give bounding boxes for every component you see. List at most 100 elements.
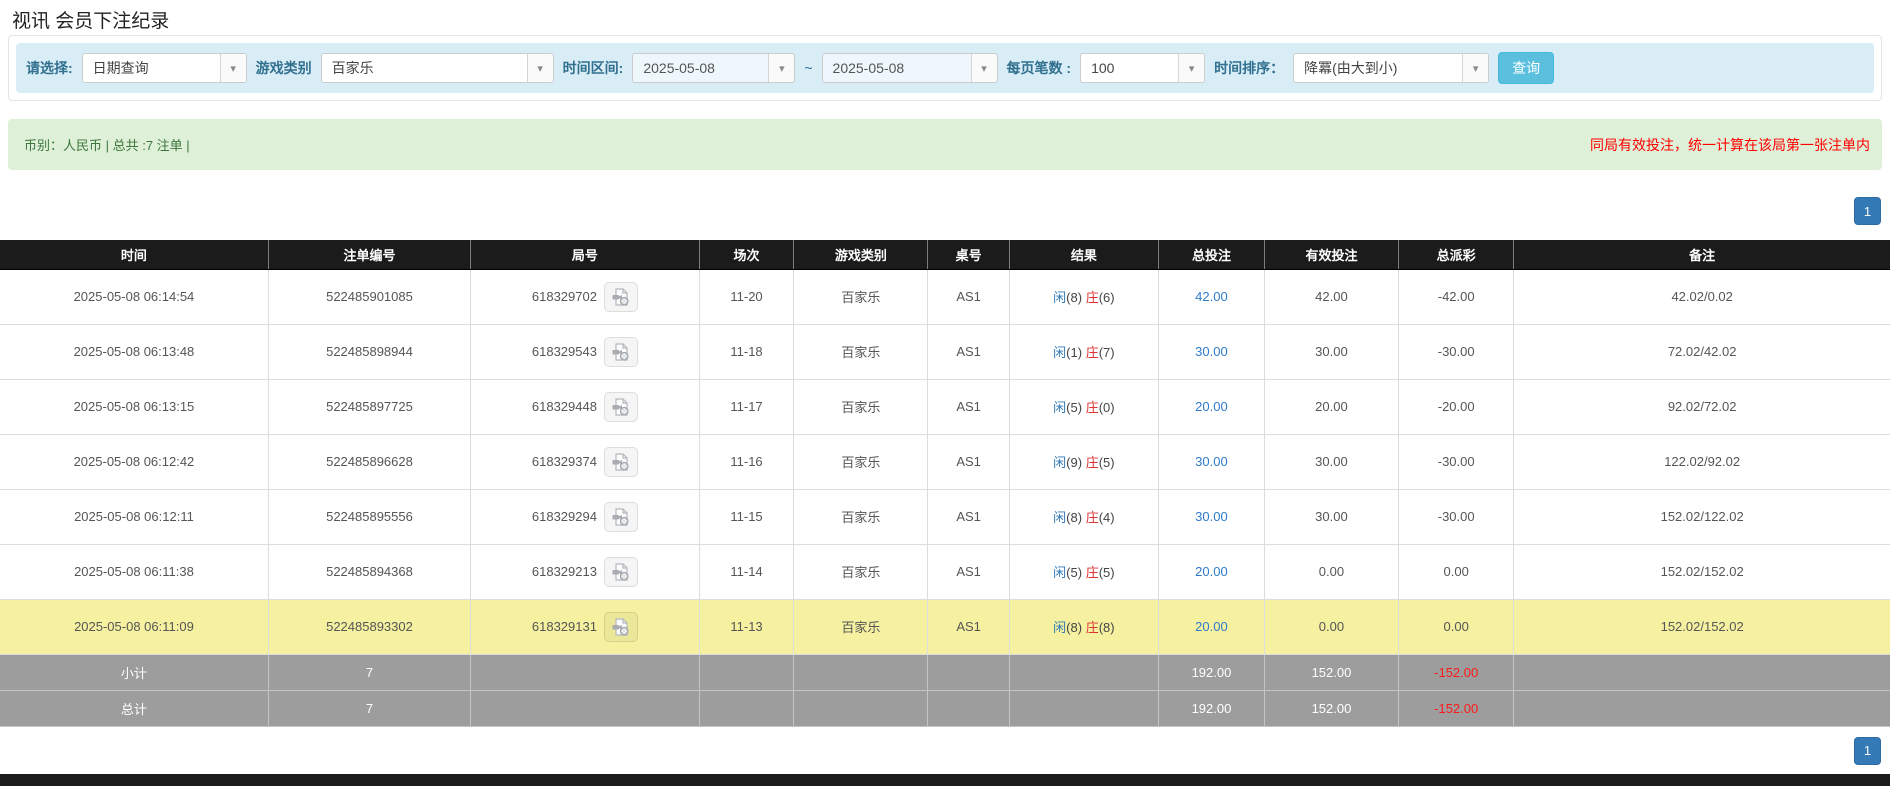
page-size-value: 100 — [1091, 60, 1115, 76]
result-banker-value: (4) — [1098, 510, 1115, 525]
cell-total-bet[interactable]: 30.00 — [1158, 323, 1265, 380]
subtotal-row-cell-0: 小计 — [0, 653, 269, 691]
valid-bet-notice-text: 同局有效投注，统一计算在该局第一张注单内 — [1590, 136, 1870, 153]
cell-time: 2025-05-08 06:12:42 — [0, 433, 269, 490]
result-banker-value: (6) — [1098, 290, 1115, 305]
date-to-field[interactable]: 2025-05-08 ▾ — [821, 53, 998, 83]
cell-payout: -20.00 — [1398, 378, 1515, 435]
video-replay-button[interactable] — [603, 336, 638, 367]
video-replay-button[interactable] — [603, 611, 638, 642]
cell-valid-bet: 30.00 — [1263, 323, 1400, 380]
video-replay-button[interactable] — [603, 281, 638, 312]
cell-session: 11-16 — [698, 433, 795, 490]
filter-panel: 请选择: 日期查询 ▾ 游戏类别 百家乐 ▾ 时间区间: 2025-05-08 … — [8, 35, 1882, 101]
cell-game-type: 百家乐 — [793, 543, 929, 600]
subtotal-row-cell-9: -152.00 — [1398, 653, 1515, 691]
table-body: 2025-05-08 06:14:54 522485901085 618329702… — [0, 268, 1890, 727]
total-row-cell-3 — [698, 689, 795, 727]
video-replay-button[interactable] — [603, 391, 638, 422]
video-clip-icon — [612, 342, 629, 361]
cell-bet-id: 522485894368 — [267, 543, 472, 600]
cell-round-id: 618329374 — [470, 433, 700, 490]
column-header-4: 游戏类别 — [793, 240, 929, 270]
chevron-down-icon[interactable]: ▾ — [526, 54, 553, 82]
pagination-top: 1 — [0, 197, 1881, 225]
cell-remark: 92.02/72.02 — [1513, 378, 1890, 435]
total-bet-link[interactable]: 20.00 — [1195, 564, 1228, 579]
column-header-2: 局号 — [470, 240, 700, 270]
round-cell-inner: 618329543 — [471, 336, 699, 367]
round-cell-inner: 618329294 — [471, 501, 699, 532]
cell-result: 闲(8) 庄(6) — [1008, 268, 1160, 325]
sort-order-value: 降冪(由大到小) — [1304, 60, 1398, 76]
cell-valid-bet: 42.00 — [1263, 268, 1400, 325]
video-replay-button[interactable] — [603, 446, 638, 477]
cell-result: 闲(8) 庄(8) — [1008, 598, 1160, 655]
page-title: 视讯 会员下注纪录 — [12, 11, 170, 32]
game-type-select[interactable]: 百家乐 ▾ — [320, 53, 554, 83]
cell-total-bet[interactable]: 20.00 — [1158, 378, 1265, 435]
cell-remark: 42.02/0.02 — [1513, 268, 1890, 325]
video-clip-icon — [612, 452, 629, 471]
cell-total-bet[interactable]: 30.00 — [1158, 433, 1265, 490]
result-player-value: (5) — [1066, 400, 1083, 415]
page-1-button[interactable]: 1 — [1854, 736, 1881, 765]
chevron-down-icon[interactable]: ▾ — [1178, 54, 1205, 82]
cell-valid-bet: 20.00 — [1263, 378, 1400, 435]
pagination-bottom: 1 — [0, 736, 1881, 765]
total-bet-link[interactable]: 20.00 — [1195, 399, 1228, 414]
chevron-down-icon[interactable]: ▾ — [768, 54, 795, 82]
cell-total-bet[interactable]: 30.00 — [1158, 488, 1265, 545]
video-clip-icon — [612, 287, 629, 306]
result-player-label: 闲 — [1053, 510, 1067, 525]
total-bet-link[interactable]: 20.00 — [1195, 619, 1228, 634]
cell-table-no: AS1 — [927, 378, 1010, 435]
date-range-separator: ~ — [804, 60, 813, 76]
search-button[interactable]: 查询 — [1498, 52, 1555, 84]
cell-valid-bet: 0.00 — [1263, 543, 1400, 600]
cell-total-bet[interactable]: 20.00 — [1158, 543, 1265, 600]
total-bet-link[interactable]: 30.00 — [1195, 454, 1228, 469]
cell-payout: 0.00 — [1398, 598, 1515, 655]
cell-round-id: 618329294 — [470, 488, 700, 545]
video-replay-button[interactable] — [603, 501, 638, 532]
cell-table-no: AS1 — [927, 598, 1010, 655]
cell-bet-id: 522485893302 — [267, 598, 472, 655]
date-to-value: 2025-05-08 — [832, 60, 905, 76]
result-player-label: 闲 — [1053, 400, 1067, 415]
column-header-5: 桌号 — [927, 240, 1010, 270]
cell-total-bet[interactable]: 42.00 — [1158, 268, 1265, 325]
page-1-button[interactable]: 1 — [1854, 197, 1881, 225]
chevron-down-icon[interactable]: ▾ — [970, 54, 997, 82]
sort-order-select[interactable]: 降冪(由大到小) ▾ — [1293, 53, 1490, 83]
cell-bet-id: 522485897725 — [267, 378, 472, 435]
query-type-label: 请选择: — [26, 60, 73, 76]
result-player-value: (1) — [1066, 345, 1083, 360]
result-banker-label: 庄 — [1085, 510, 1099, 525]
query-type-select[interactable]: 日期查询 ▾ — [81, 53, 247, 83]
cell-payout: -30.00 — [1398, 433, 1515, 490]
total-row-cell-1: 7 — [267, 689, 472, 727]
result-banker-value: (0) — [1098, 400, 1115, 415]
video-replay-button[interactable] — [603, 556, 638, 587]
video-clip-icon — [612, 562, 629, 581]
total-row: 总计 7 192.00 152.00 -152.00 — [0, 689, 1890, 727]
result-player-label: 闲 — [1053, 620, 1067, 635]
cell-bet-id: 522485896628 — [267, 433, 472, 490]
total-bet-link[interactable]: 42.00 — [1195, 289, 1228, 304]
result-banker-label: 庄 — [1085, 400, 1099, 415]
chevron-down-icon[interactable]: ▾ — [219, 54, 246, 82]
chevron-down-icon[interactable]: ▾ — [1462, 54, 1489, 82]
subtotal-row-cell-8: 152.00 — [1263, 653, 1400, 691]
cell-session: 11-15 — [698, 488, 795, 545]
round-id-value: 618329448 — [531, 399, 597, 414]
date-from-field[interactable]: 2025-05-08 ▾ — [632, 53, 796, 83]
cell-round-id: 618329702 — [470, 268, 700, 325]
page-size-select[interactable]: 100 ▾ — [1080, 53, 1206, 83]
column-header-3: 场次 — [699, 240, 795, 270]
total-bet-link[interactable]: 30.00 — [1195, 344, 1228, 359]
cell-game-type: 百家乐 — [793, 433, 929, 490]
total-bet-link[interactable]: 30.00 — [1195, 509, 1228, 524]
cell-remark: 152.02/152.02 — [1513, 598, 1890, 655]
cell-total-bet[interactable]: 20.00 — [1158, 598, 1265, 655]
